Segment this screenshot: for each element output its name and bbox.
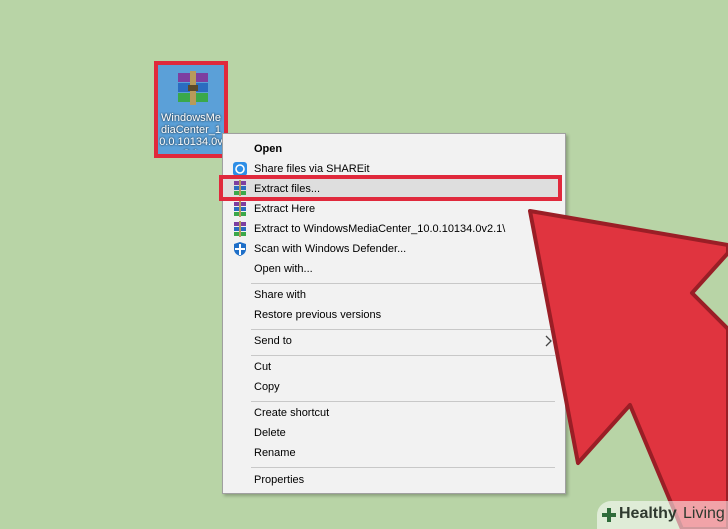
menu-item-label: Restore previous versions xyxy=(254,309,382,321)
menu-item-label: Share with xyxy=(254,289,306,301)
desktop-file-icon[interactable]: WindowsMediaCenter_10.0.10134.0v2.1 xyxy=(154,61,228,158)
menu-item-scan-defender[interactable]: Scan with Windows Defender... xyxy=(223,239,565,259)
health-plus-icon xyxy=(602,508,616,522)
winrar-archive-icon xyxy=(178,71,208,105)
menu-item-rename[interactable]: Rename xyxy=(223,443,565,463)
menu-item-extract-files[interactable]: Extract files... xyxy=(219,175,562,201)
menu-item-label: Extract to WindowsMediaCenter_10.0.10134… xyxy=(254,223,506,235)
watermark-brand-light: Living xyxy=(683,505,725,522)
menu-item-label: Extract Here xyxy=(254,203,316,215)
menu-item-label: Rename xyxy=(254,447,296,459)
menu-item-delete[interactable]: Delete xyxy=(223,423,565,443)
menu-item-label: Send to xyxy=(254,335,292,347)
menu-item-label: Properties xyxy=(254,474,305,486)
menu-item-label: Open xyxy=(254,143,283,155)
watermark-logo: Healthy Living xyxy=(597,501,728,529)
menu-item-share-with[interactable]: Share with xyxy=(223,285,565,305)
winrar-icon xyxy=(234,221,246,237)
menu-item-label: Open with... xyxy=(254,263,313,275)
menu-item-restore-versions[interactable]: Restore previous versions xyxy=(223,305,565,325)
menu-item-create-shortcut[interactable]: Create shortcut xyxy=(223,403,565,423)
menu-item-open[interactable]: Open xyxy=(223,139,565,159)
winrar-icon xyxy=(234,180,246,196)
menu-item-label: Copy xyxy=(254,381,280,393)
menu-item-label: Cut xyxy=(254,361,272,373)
menu-separator xyxy=(251,355,555,356)
menu-item-send-to[interactable]: Send to xyxy=(223,331,565,351)
windows-defender-icon xyxy=(234,242,246,256)
winrar-icon xyxy=(234,201,246,217)
watermark-brand-bold: Healthy xyxy=(619,505,677,522)
menu-item-copy[interactable]: Copy xyxy=(223,377,565,397)
context-menu: Open Share files via SHAREit Extract fil… xyxy=(219,133,566,494)
menu-item-extract-here[interactable]: Extract Here xyxy=(223,199,565,219)
menu-item-label: Extract files... xyxy=(254,183,321,195)
menu-item-extract-to[interactable]: Extract to WindowsMediaCenter_10.0.10134… xyxy=(223,219,565,239)
menu-separator xyxy=(251,467,555,468)
menu-separator xyxy=(251,283,555,284)
menu-item-open-with[interactable]: Open with... xyxy=(223,259,565,279)
menu-item-properties[interactable]: Properties xyxy=(223,470,565,490)
menu-separator xyxy=(251,329,555,330)
desktop-file-label: WindowsMediaCenter_10.0.10134.0v2.1 xyxy=(159,112,223,150)
menu-separator xyxy=(251,401,555,402)
menu-item-label: Delete xyxy=(254,427,286,439)
menu-item-label: Scan with Windows Defender... xyxy=(254,243,407,255)
pointer-arrow-icon xyxy=(528,209,728,529)
menu-item-cut[interactable]: Cut xyxy=(223,357,565,377)
menu-item-label: Create shortcut xyxy=(254,407,330,419)
